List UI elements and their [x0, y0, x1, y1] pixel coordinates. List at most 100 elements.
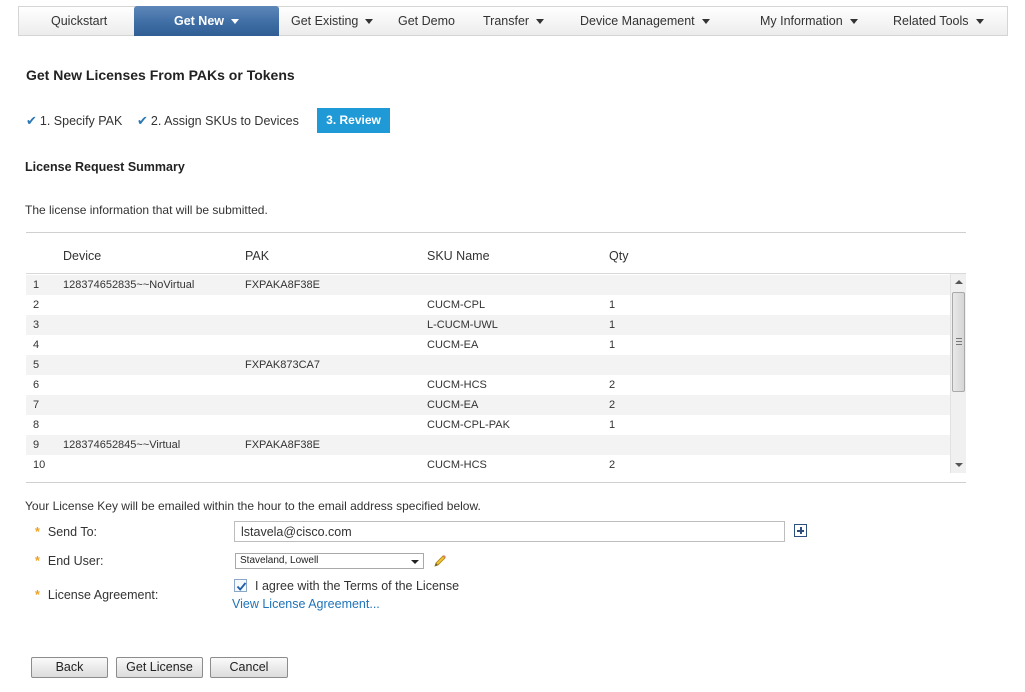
cell-sku: CUCM-EA	[427, 339, 479, 351]
license-agreement-label: * License Agreement:	[35, 588, 158, 602]
row-number: 10	[33, 459, 46, 471]
step-review: 3. Review	[317, 108, 390, 133]
table-row: 6 CUCM-HCS 2	[26, 375, 950, 395]
page-title: Get New Licenses From PAKs or Tokens	[26, 67, 295, 83]
required-icon: *	[35, 525, 40, 539]
table-row: 8 CUCM-CPL-PAK 1	[26, 415, 950, 435]
end-user-value: Staveland, Lowell	[240, 555, 319, 566]
cell-device: 128374652845~~Virtual	[63, 439, 181, 451]
license-summary-table: Device PAK SKU Name Qty 1 128374652835~~…	[26, 232, 966, 483]
row-number: 9	[33, 439, 40, 451]
step-specify-pak[interactable]: ✔ 1. Specify PAK	[26, 113, 122, 129]
required-icon: *	[35, 588, 40, 602]
column-header-sku: SKU Name	[427, 249, 490, 263]
nav-device-management-label: Device Management	[580, 14, 695, 28]
grip-icon	[956, 338, 962, 345]
chevron-down-icon	[975, 19, 984, 25]
summary-title: License Request Summary	[25, 160, 185, 174]
table-row: 10 CUCM-HCS 2	[26, 455, 950, 475]
agree-text: I agree with the Terms of the License	[255, 579, 460, 593]
column-header-device: Device	[63, 249, 102, 263]
nav-quickstart[interactable]: Quickstart	[51, 7, 107, 35]
nav-get-demo[interactable]: Get Demo	[398, 7, 455, 35]
table-row: 7 CUCM-EA 2	[26, 395, 950, 415]
cell-sku: CUCM-HCS	[427, 379, 487, 391]
table-body: 1 128374652835~~NoVirtual FXPAKA8F38E 2 …	[26, 275, 950, 475]
row-number: 7	[33, 399, 40, 411]
cell-sku: CUCM-CPL	[427, 299, 486, 311]
top-nav: Quickstart Get New Get Existing Get Demo…	[18, 6, 1008, 36]
row-number: 1	[33, 279, 40, 291]
nav-related-tools-label: Related Tools	[893, 14, 969, 28]
nav-transfer[interactable]: Transfer	[483, 7, 545, 35]
add-email-icon[interactable]	[794, 524, 807, 537]
cell-qty: 1	[609, 419, 616, 431]
cell-qty: 1	[609, 299, 616, 311]
cell-qty: 2	[609, 459, 616, 471]
agree-checkbox[interactable]	[234, 579, 247, 592]
nav-device-management[interactable]: Device Management	[580, 7, 710, 35]
table-row: 1 128374652835~~NoVirtual FXPAKA8F38E	[26, 275, 950, 295]
column-header-qty: Qty	[609, 249, 629, 263]
cell-sku: CUCM-HCS	[427, 459, 487, 471]
step-assign-skus[interactable]: ✔ 2. Assign SKUs to Devices	[137, 113, 299, 129]
table-scrollbar[interactable]	[950, 274, 966, 473]
column-header-pak: PAK	[245, 249, 270, 263]
send-to-label-text: Send To:	[47, 525, 97, 539]
required-icon: *	[35, 554, 40, 568]
row-number: 5	[33, 359, 40, 371]
summary-description: The license information that will be sub…	[25, 203, 268, 217]
scrollbar-thumb[interactable]	[952, 292, 965, 392]
row-number: 2	[33, 299, 40, 311]
chevron-down-icon	[231, 19, 239, 25]
checkmark-icon	[236, 582, 247, 591]
nav-quickstart-label: Quickstart	[51, 14, 108, 28]
row-number: 4	[33, 339, 40, 351]
table-row: 3 L-CUCM-UWL 1	[26, 315, 950, 335]
table-header: Device PAK SKU Name Qty	[26, 233, 966, 274]
nav-transfer-label: Transfer	[483, 14, 530, 28]
nav-my-information-label: My Information	[760, 14, 843, 28]
end-user-label-text: End User:	[47, 554, 104, 568]
nav-related-tools[interactable]: Related Tools	[893, 7, 984, 35]
get-license-button[interactable]: Get License	[116, 657, 203, 678]
chevron-down-icon	[701, 19, 710, 25]
row-number: 8	[33, 419, 40, 431]
license-agreement-label-text: License Agreement:	[47, 588, 159, 602]
cancel-button[interactable]: Cancel	[210, 657, 288, 678]
view-license-agreement-link[interactable]: View License Agreement...	[232, 597, 380, 611]
end-user-label: * End User:	[35, 554, 103, 568]
send-to-input[interactable]	[234, 521, 785, 542]
table-row: 4 CUCM-EA 1	[26, 335, 950, 355]
row-number: 6	[33, 379, 40, 391]
chevron-down-icon	[411, 560, 419, 564]
cell-sku: CUCM-EA	[427, 399, 479, 411]
chevron-down-icon	[849, 19, 858, 25]
back-button[interactable]: Back	[31, 657, 108, 678]
chevron-down-icon	[536, 19, 545, 25]
nav-my-information[interactable]: My Information	[760, 7, 858, 35]
cell-pak: FXPAK873CA7	[245, 359, 321, 371]
cell-device: 128374652835~~NoVirtual	[63, 279, 195, 291]
scroll-up-icon[interactable]	[951, 274, 967, 290]
nav-get-existing[interactable]: Get Existing	[291, 7, 374, 35]
table-row: 5 FXPAK873CA7	[26, 355, 950, 375]
nav-get-new-label: Get New	[173, 14, 224, 28]
table-row: 2 CUCM-CPL 1	[26, 295, 950, 315]
checkmark-icon: ✔	[137, 113, 148, 128]
nav-get-existing-label: Get Existing	[291, 14, 359, 28]
cell-qty: 1	[609, 319, 616, 331]
cell-qty: 2	[609, 379, 616, 391]
edit-pencil-icon[interactable]	[432, 553, 448, 569]
cell-pak: FXPAKA8F38E	[245, 279, 320, 291]
cell-qty: 1	[609, 339, 616, 351]
email-info-text: Your License Key will be emailed within …	[25, 499, 481, 513]
cell-sku: L-CUCM-UWL	[427, 319, 498, 331]
nav-get-demo-label: Get Demo	[398, 14, 455, 28]
chevron-down-icon	[365, 19, 374, 25]
nav-get-new[interactable]: Get New	[134, 6, 279, 36]
end-user-select[interactable]: Staveland, Lowell	[235, 553, 424, 569]
scroll-down-icon[interactable]	[951, 457, 967, 473]
row-number: 3	[33, 319, 40, 331]
cell-pak: FXPAKA8F38E	[245, 439, 320, 451]
